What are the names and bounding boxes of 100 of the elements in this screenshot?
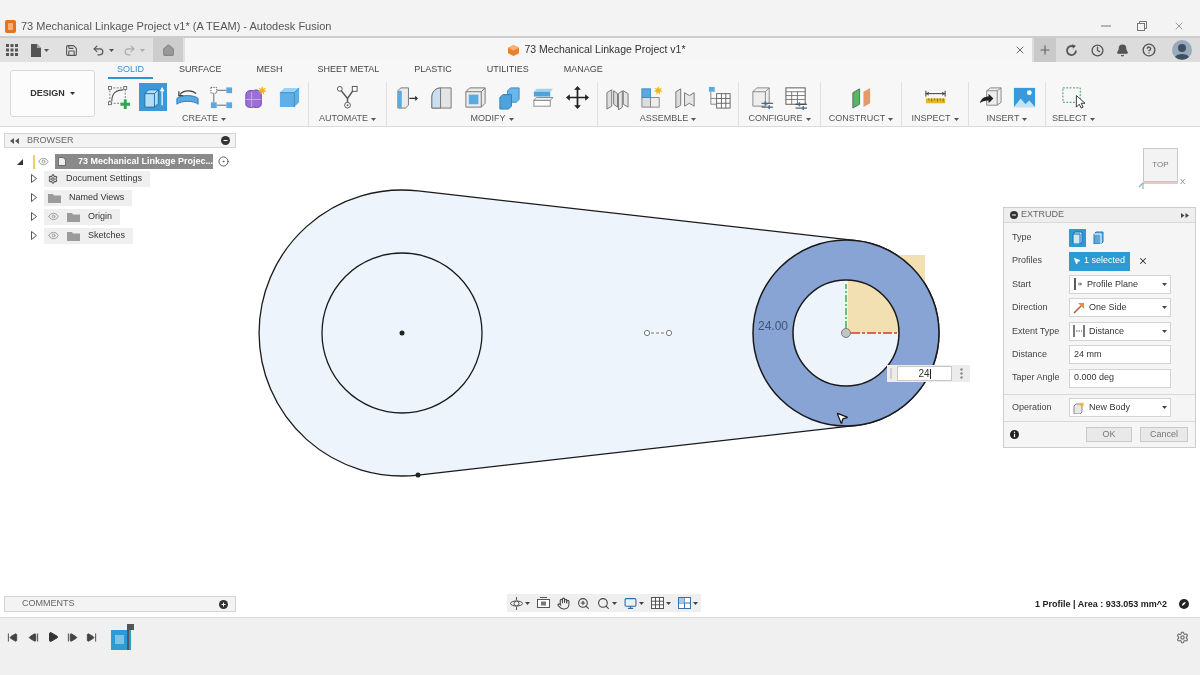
undo-button[interactable] [92,43,114,57]
step-forward-icon[interactable] [67,631,78,643]
ribbon-tab[interactable]: MANAGE [554,62,612,79]
caret-icon [666,601,671,605]
caret-icon [1162,306,1167,310]
expanded-triangle-icon[interactable] [17,158,23,165]
clear-icon[interactable] [1138,256,1148,267]
pan-button[interactable] [557,595,570,611]
close-icon[interactable] [1173,20,1185,32]
ribbon-tab[interactable]: SHEET METAL [308,62,389,79]
skip-to-start-icon[interactable] [7,631,18,643]
browser-item[interactable]: Document Settings [44,170,151,187]
browser-item[interactable]: Sketches [44,227,134,244]
browser-item[interactable]: Named Views [44,189,133,206]
tool-group-menu[interactable]: SELECT [1052,113,1095,125]
grid-button[interactable] [651,595,671,611]
circular-arrow-icon[interactable] [1065,43,1078,57]
display-button[interactable] [624,595,644,611]
grip-handle-icon [887,366,895,381]
plus-circle-icon[interactable] [219,599,228,609]
target-icon[interactable] [218,156,229,167]
collapsed-triangle-icon[interactable] [31,231,37,240]
restore-icon[interactable] [1137,21,1147,31]
ribbon-tool-button[interactable] [563,83,591,111]
screen-box-icon [537,597,550,609]
input-field[interactable]: 0.000 deg [1069,368,1171,388]
axis-label: X [1180,176,1186,188]
ribbon-tab[interactable]: UTILITIES [477,62,538,79]
settings-icon[interactable] [1176,630,1189,644]
tool-group-menu[interactable]: CONSTRUCT [828,113,894,125]
tool-group-menu[interactable]: CREATE [182,113,226,125]
file-icon [31,43,41,57]
help-icon[interactable] [1142,43,1156,57]
look-at-button[interactable] [537,595,550,611]
grid-icon [651,597,664,609]
minus-circle-icon[interactable] [1010,211,1018,219]
collapsed-triangle-icon[interactable] [31,193,37,202]
zoom-window-button[interactable] [597,595,617,611]
dialog-button[interactable]: OK [1086,426,1132,442]
caret-icon [1162,406,1167,410]
step-back-icon[interactable] [28,631,39,643]
dropdown-field[interactable]: Profile Plane [1069,274,1171,294]
cubes-sparkle-icon [638,84,664,110]
ribbon-tab[interactable]: MESH [247,62,292,79]
app-logo-icon [5,19,16,33]
skip-to-end-icon[interactable] [86,631,97,643]
dialog-button[interactable]: Cancel [1140,426,1188,442]
timeline-feature-icon[interactable] [111,624,135,650]
info-icon[interactable] [1010,429,1019,439]
tool-group-menu[interactable]: CONFIGURE [748,113,811,125]
ribbon-tab[interactable]: SURFACE [170,62,231,79]
bell-icon[interactable] [1116,43,1129,57]
type-option[interactable] [1090,228,1107,247]
file-menu-button[interactable] [31,43,49,57]
user-avatar-icon[interactable] [1172,40,1192,60]
orbit-button[interactable] [510,595,530,611]
document-tab[interactable]: 73 Mechanical Linkage Project v1* [185,38,1032,62]
app-grid-icon[interactable] [6,44,18,56]
tool-group-menu[interactable]: MODIFY [470,113,514,125]
caret-icon [612,601,617,605]
browser-item[interactable]: Origin [44,208,120,225]
dropdown-field[interactable]: One Side [1069,298,1171,318]
selection-cursor-icon [1061,84,1086,110]
tool-group-menu[interactable]: ASSEMBLE [639,113,697,125]
field-label: Taper Angle [1012,371,1061,385]
dimension-input[interactable]: 24 [897,366,952,381]
caret-icon [805,117,811,121]
blob-sparkle-icon [242,84,268,110]
flag-arrow-icon [1073,301,1085,314]
close-tab-icon[interactable] [1014,44,1026,56]
dropdown-field[interactable]: Distance [1069,321,1171,341]
more-options-icon[interactable] [960,368,963,379]
zoom-button[interactable] [577,595,590,611]
tool-group-menu[interactable]: INSERT [986,113,1028,125]
collapsed-triangle-icon[interactable] [31,174,37,183]
workspace-menu[interactable]: DESIGN [10,70,95,117]
clock-icon[interactable] [1091,43,1104,57]
tool-group-menu[interactable]: INSPECT [911,113,959,125]
solid-block-icon [1072,231,1083,245]
caret-icon [1090,117,1095,121]
double-chevron-left-icon[interactable] [10,137,19,144]
ribbon-tab[interactable]: PLASTIC [405,62,461,79]
field-label: Profiles [1012,254,1043,268]
input-field[interactable]: 24 mm [1069,345,1171,365]
minus-circle-icon[interactable] [221,136,230,145]
save-icon[interactable] [65,43,78,57]
type-option[interactable] [1069,228,1086,247]
document-icon [58,156,66,167]
caret-icon [888,117,894,121]
caret-icon [140,48,145,52]
viewports-button[interactable] [678,595,698,611]
tool-group-menu[interactable]: AUTOMATE [318,113,377,125]
play-icon[interactable] [47,631,59,643]
gear-icon [48,173,58,184]
collapsed-triangle-icon[interactable] [31,212,37,221]
dropdown-field[interactable]: New Body [1069,398,1171,418]
round-badge-icon [1179,599,1189,609]
caret-icon [693,601,698,605]
view-cube[interactable]: TOP [1143,148,1178,182]
double-chevron-right-icon[interactable] [1181,212,1189,218]
